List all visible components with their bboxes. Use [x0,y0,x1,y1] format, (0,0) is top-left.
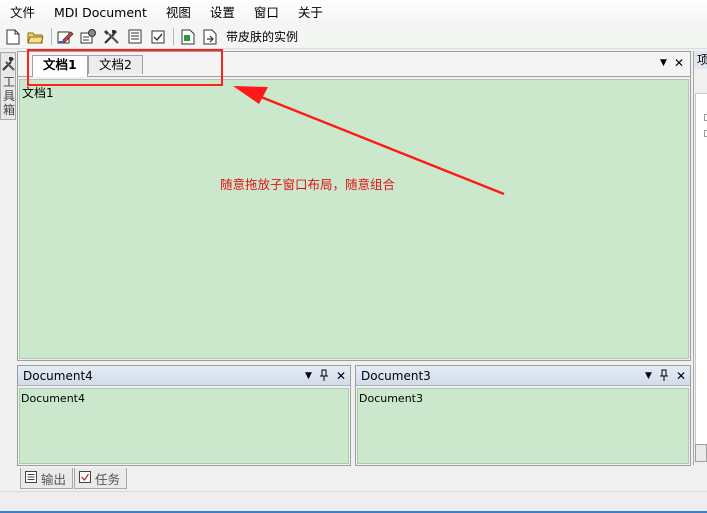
pane-close-icon[interactable]: ✕ [336,369,346,384]
list-icon[interactable] [125,27,144,46]
pane-document3: Document3 ▼ ✕ Document3 [355,365,691,466]
menu-mdi-document[interactable]: MDI Document [48,0,153,25]
pane-content[interactable]: Document3 [357,388,689,464]
document-content[interactable]: 文档1 [19,79,689,359]
tools-icon[interactable] [102,27,121,46]
tab-task-label: 任务 [95,471,121,487]
right-panel-tree[interactable] [695,93,707,461]
open-folder-icon[interactable] [26,27,45,46]
toolbox-strip[interactable]: 工具箱 [0,52,16,120]
output-icon [25,470,37,486]
pane-dropdown-icon[interactable]: ▼ [305,369,312,384]
pane-controls: ▼ ✕ [305,369,346,384]
pane-title-bar[interactable]: Document4 ▼ ✕ [18,366,350,386]
menu-view[interactable]: 视图 [160,0,197,25]
bottom-tab-strip: 输出 任务 [20,468,128,490]
document-text: 文档1 [22,86,54,100]
right-panel-title[interactable]: 项 [694,51,707,69]
tab-controls: ▼ ✕ [660,56,684,70]
toolbar-label: 带皮肤的实例 [226,30,299,44]
toolbar: 带皮肤的实例 [0,25,707,49]
right-panel-tab-icon[interactable] [695,444,707,462]
pane-dropdown-icon[interactable]: ▼ [645,369,652,384]
pane-title: Document3 [361,369,431,383]
menu-window[interactable]: 窗口 [248,0,285,25]
pane-document4: Document4 ▼ ✕ Document4 [17,365,351,466]
pane-controls: ▼ ✕ [645,369,686,384]
properties-icon[interactable] [79,27,98,46]
menu-file[interactable]: 文件 [4,0,41,25]
right-panel: 项 [693,51,707,465]
menu-bar: 文件 MDI Document 视图 设置 窗口 关于 [0,0,707,25]
pane-pin-icon[interactable] [659,369,668,384]
pane-title-bar[interactable]: Document3 ▼ ✕ [356,366,690,386]
highlight-box [27,49,223,86]
tab-close-icon[interactable]: ✕ [674,56,684,70]
menu-about[interactable]: 关于 [292,0,329,25]
pane-close-icon[interactable]: ✕ [676,369,686,384]
pane-pin-icon[interactable] [319,369,328,384]
tab-task[interactable]: 任务 [74,468,128,489]
toolbar-separator [51,28,52,45]
pane-text: Document3 [359,392,423,405]
pane-text: Document4 [21,392,85,405]
menu-settings[interactable]: 设置 [204,0,241,25]
main-document-dock: 文档1 文档2 ▼ ✕ 文档1 [17,51,691,361]
task-icon [79,470,92,486]
new-file-icon[interactable] [3,27,22,46]
document-icon[interactable] [178,27,197,46]
toolbox-icon [2,56,15,75]
tab-output-label: 输出 [41,471,67,487]
toolbar-separator [173,28,174,45]
annotation-text: 随意拖放子窗口布局，随意组合 [220,177,396,192]
pane-title: Document4 [23,369,93,383]
tab-dropdown-icon[interactable]: ▼ [660,56,667,70]
status-bar [0,491,707,513]
export-icon[interactable] [201,27,220,46]
edit-icon[interactable] [56,27,75,46]
task-check-icon[interactable] [148,27,167,46]
toolbox-label: 工具箱 [3,75,16,117]
pane-content[interactable]: Document4 [19,388,349,464]
tab-output[interactable]: 输出 [20,468,74,489]
